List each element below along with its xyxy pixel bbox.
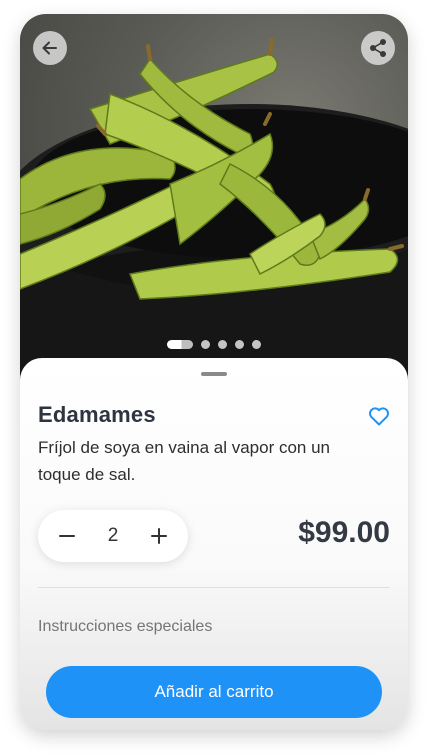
quantity-stepper: 2: [38, 510, 188, 562]
edamame-photo: [20, 38, 408, 384]
divider: [38, 587, 390, 588]
back-button[interactable]: [33, 31, 67, 65]
quantity-value: 2: [107, 525, 119, 546]
carousel-dot[interactable]: [201, 340, 210, 349]
arrow-left-icon: [42, 41, 57, 55]
minus-icon: [59, 535, 75, 537]
product-detail-screen: Edamames Fríjol de soya en vaina al vapo…: [20, 14, 408, 730]
carousel-dot[interactable]: [252, 340, 261, 349]
share-icon: [370, 39, 386, 57]
product-name: Edamames: [38, 402, 156, 427]
carousel-dot[interactable]: [235, 340, 244, 349]
product-price: $99.00: [298, 516, 390, 549]
sheet-handle[interactable]: [201, 372, 227, 376]
carousel-dot[interactable]: [218, 340, 227, 349]
carousel-indicator: [20, 340, 408, 349]
favorite-button[interactable]: [367, 404, 391, 428]
product-photo: [20, 14, 408, 384]
share-button[interactable]: [361, 31, 395, 65]
heart-outline-icon: [369, 407, 389, 426]
product-description: Fríjol de soya en vaina al vapor con un …: [38, 438, 331, 484]
add-to-cart-button[interactable]: Añadir al carrito: [46, 666, 382, 718]
carousel-dot-active[interactable]: [167, 340, 193, 349]
special-instructions-input[interactable]: [38, 618, 368, 636]
increment-button[interactable]: [150, 527, 168, 545]
decrement-button[interactable]: [58, 527, 76, 545]
plus-icon: [150, 528, 167, 544]
product-sheet: Edamames Fríjol de soya en vaina al vapo…: [20, 358, 408, 730]
